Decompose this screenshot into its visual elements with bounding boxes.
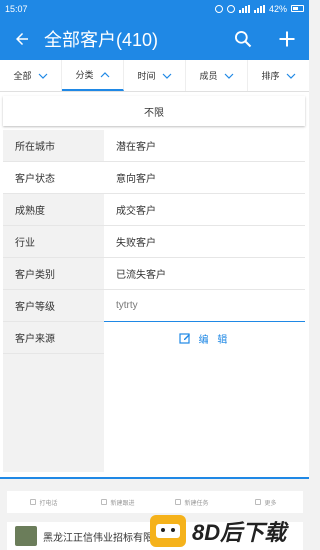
filter-tab-member[interactable]: 成员 <box>186 60 248 91</box>
option-item-intent[interactable]: 意向客户 <box>104 162 305 194</box>
filter-tab-label: 排序 <box>261 71 280 81</box>
edit-button[interactable]: 编 辑 <box>104 322 305 354</box>
chevron-down-icon <box>286 73 295 79</box>
customer-avatar <box>15 526 37 546</box>
new-followup-label: 新建跟进 <box>110 500 135 507</box>
filter-tab-label: 分类 <box>75 70 94 80</box>
filter-tab-all[interactable]: 全部 <box>0 60 62 91</box>
chevron-down-icon <box>162 73 171 79</box>
wifi-icon <box>226 4 235 13</box>
new-task-label: 新建任务 <box>184 500 209 507</box>
more-icon <box>255 499 262 505</box>
call-action[interactable]: 打电话 <box>7 498 81 507</box>
filter-tab-label: 时间 <box>137 71 156 81</box>
more-action[interactable]: 更多 <box>229 498 303 507</box>
battery-icon <box>291 5 304 12</box>
page-title: 全部客户(410) <box>44 29 159 50</box>
alarm-icon <box>214 4 223 13</box>
category-item-type[interactable]: 客户类别 <box>3 258 104 290</box>
chevron-down-icon <box>38 73 47 79</box>
filter-tab-label: 成员 <box>199 71 218 81</box>
custom-option-row <box>104 290 305 322</box>
new-task-action[interactable]: 新建任务 <box>155 498 229 507</box>
phone-icon <box>30 499 37 505</box>
option-list: 潜在客户 意向客户 成交客户 失败客户 已流失客户 编 辑 <box>104 130 305 354</box>
app-bar: 全部客户(410) <box>0 17 309 60</box>
custom-option-input[interactable] <box>116 300 305 311</box>
category-item-industry[interactable]: 行业 <box>3 226 104 258</box>
option-item-potential[interactable]: 潜在客户 <box>104 130 305 162</box>
signal-icon <box>238 4 250 13</box>
call-label: 打电话 <box>39 500 58 507</box>
status-icons: 42% <box>214 3 304 14</box>
category-list: 所在城市 客户状态 成熟度 行业 客户类别 客户等级 客户来源 <box>3 130 104 472</box>
category-item-status[interactable]: 客户状态 <box>3 162 104 194</box>
watermark-robot-icon <box>150 515 186 547</box>
new-followup-action[interactable]: 新建跟进 <box>81 498 155 507</box>
filter-tab-category[interactable]: 分类 <box>62 60 124 91</box>
category-item-city[interactable]: 所在城市 <box>3 130 104 162</box>
filter-tab-time[interactable]: 时间 <box>124 60 186 91</box>
option-item-deal[interactable]: 成交客户 <box>104 194 305 226</box>
edit-icon <box>179 333 190 344</box>
search-icon <box>235 30 252 47</box>
category-item-level[interactable]: 客户等级 <box>3 290 104 322</box>
more-label: 更多 <box>264 500 277 507</box>
category-dropdown-panel: 不限 所在城市 客户状态 成熟度 行业 客户类别 客户等级 客户来源 潜在客户 … <box>0 92 309 477</box>
task-icon <box>175 499 182 505</box>
status-bar: 15:07 42% <box>0 0 309 17</box>
category-item-maturity[interactable]: 成熟度 <box>3 194 104 226</box>
search-button[interactable] <box>221 17 265 60</box>
watermark-logo: 8D后下载 <box>150 512 310 550</box>
option-item-failed[interactable]: 失败客户 <box>104 226 305 258</box>
chevron-down-icon <box>224 73 233 79</box>
filter-tab-sort[interactable]: 排序 <box>248 60 309 91</box>
followup-icon <box>101 499 108 505</box>
filter-tab-label: 全部 <box>13 71 32 81</box>
status-time: 15:07 <box>5 3 28 14</box>
divider-line <box>0 477 309 479</box>
plus-icon <box>279 31 295 46</box>
arrow-left-icon <box>16 32 28 45</box>
add-button[interactable] <box>265 17 309 60</box>
edit-label: 编 辑 <box>198 334 231 346</box>
back-button[interactable] <box>0 17 44 60</box>
customer-action-bar: 打电话 新建跟进 新建任务 更多 <box>7 491 303 513</box>
category-item-source[interactable]: 客户来源 <box>3 322 104 354</box>
battery-percent: 42% <box>268 3 287 14</box>
watermark-text: 8D后下载 <box>192 520 287 545</box>
signal-icon-2 <box>253 4 265 13</box>
filter-bar: 全部 分类 时间 成员 排序 <box>0 60 309 92</box>
option-item-lost[interactable]: 已流失客户 <box>104 258 305 290</box>
chevron-up-icon <box>100 71 109 77</box>
unlimited-option[interactable]: 不限 <box>3 96 305 126</box>
